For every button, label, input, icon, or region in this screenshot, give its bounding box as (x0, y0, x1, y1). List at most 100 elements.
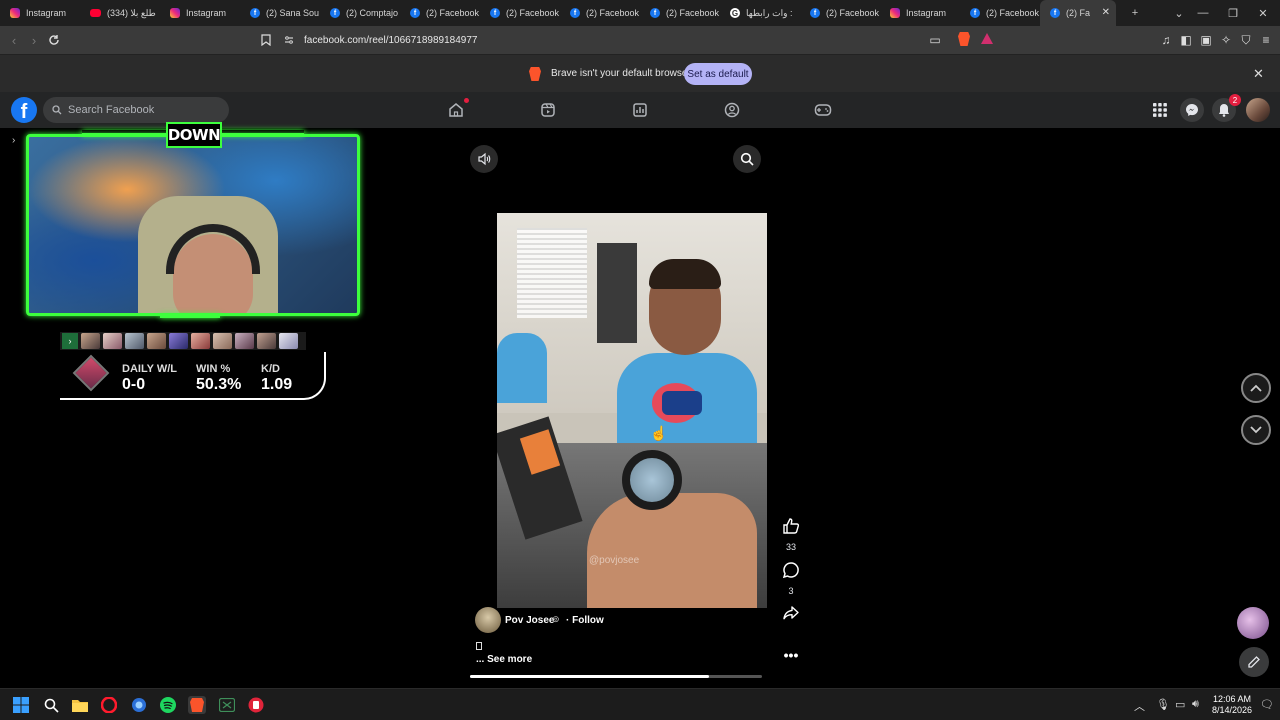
microphone-icon[interactable]: 🎙︎ (1156, 698, 1170, 711)
forward-button[interactable]: › (26, 32, 42, 48)
browser-tab[interactable]: f (2) Facebook (960, 0, 1040, 26)
set-as-default-button[interactable]: Set as default (684, 63, 752, 85)
wallet-icon[interactable]: ▣ (1198, 32, 1214, 48)
browser-tab[interactable]: (334) طلع بلا (80, 0, 160, 26)
more-options-icon[interactable]: ••• (781, 647, 801, 663)
youtube-icon (90, 9, 101, 17)
facebook-icon: f (250, 8, 260, 18)
browser-tab[interactable]: f (2) Fa ✕ (1040, 0, 1116, 26)
like-button[interactable]: 33 (781, 517, 801, 552)
sidebar-toggle-icon[interactable]: ◧ (1178, 32, 1194, 48)
volume-icon[interactable]: 🔊︎ (1192, 698, 1199, 711)
game-stats-panel: DAILY W/L 0-0 WIN % 50.3% K/D 1.09 (60, 352, 326, 400)
hero-portrait (235, 333, 254, 349)
windows-start-icon[interactable] (12, 696, 30, 714)
app-icon[interactable] (247, 696, 265, 714)
author-name[interactable]: Pov Josee (505, 615, 554, 626)
browser-tab-label: (2) Facebook (826, 8, 880, 18)
share-button[interactable] (781, 604, 801, 627)
spotify-icon[interactable] (159, 696, 177, 714)
site-settings-icon[interactable] (284, 35, 294, 45)
brave-rewards-icon[interactable] (981, 33, 993, 44)
opera-icon[interactable] (100, 696, 118, 714)
maximize-button[interactable]: ❐ (1218, 0, 1248, 26)
thumbs-up-icon (783, 518, 800, 534)
new-message-button[interactable] (1239, 647, 1269, 677)
nav-reels[interactable] (538, 100, 558, 120)
browser-tab[interactable]: f (2) Facebook (640, 0, 720, 26)
previous-reel-button[interactable] (1241, 373, 1271, 403)
search-icon (52, 105, 62, 115)
search-placeholder: Search Facebook (68, 104, 155, 116)
overlay-expand-icon: › (12, 135, 16, 146)
close-window-button[interactable]: ✕ (1248, 0, 1278, 26)
vpn-icon[interactable]: ⛉ (1238, 32, 1254, 48)
browser-tab[interactable]: f (2) Facebook (800, 0, 880, 26)
back-button[interactable]: ‹ (6, 32, 22, 48)
stat-label-win: WIN % (196, 363, 231, 375)
browser-tab[interactable]: Instagram (160, 0, 240, 26)
taskbar-clock[interactable]: 12:06 AM 8/14/2026 (1208, 694, 1256, 716)
notification-count-badge: 2 (1229, 94, 1241, 106)
speaker-icon (478, 152, 491, 166)
stat-value-daily: 0-0 (122, 376, 146, 393)
browser-tab[interactable]: G وات رابطها : (720, 0, 800, 26)
app-icon[interactable] (218, 696, 236, 714)
facebook-search-input[interactable]: Search Facebook (43, 97, 229, 123)
url-field[interactable]: facebook.com/reel/1066718989184977 (276, 29, 1000, 51)
author-avatar[interactable] (475, 607, 501, 633)
browser-tab-label: (2) Facebook (986, 8, 1040, 18)
menu-icon[interactable]: ≡ (1258, 32, 1274, 48)
close-notification-icon[interactable]: ✕ (1253, 66, 1264, 82)
chat-contact-avatar[interactable] (1237, 607, 1269, 639)
network-icon[interactable]: ▭ (1175, 698, 1185, 711)
close-tab-icon[interactable]: ✕ (1102, 7, 1110, 18)
nav-gaming[interactable] (813, 100, 833, 120)
menu-grid-button[interactable] (1150, 100, 1170, 120)
leo-ai-icon[interactable]: ✧ (1218, 32, 1234, 48)
facebook-logo-icon[interactable]: f (11, 97, 37, 123)
profile-avatar[interactable] (1246, 98, 1270, 122)
nav-marketplace[interactable] (630, 100, 650, 120)
like-count: 33 (785, 542, 796, 552)
taskbar-search-icon[interactable] (42, 696, 60, 714)
bookmark-icon[interactable] (258, 32, 274, 48)
stat-value-win: 50.3% (196, 376, 242, 393)
windows-taskbar: ︿ 🎙︎ ▭ 🔊︎ 12:06 AM 8/14/2026 🗨︎ (0, 688, 1280, 720)
mute-button[interactable] (470, 145, 498, 173)
browser-tab[interactable]: f (2) Facebook (400, 0, 480, 26)
follow-button[interactable]: · Follow (566, 615, 604, 626)
nav-groups[interactable] (722, 100, 742, 120)
brave-taskbar-icon[interactable] (188, 696, 206, 714)
comment-button[interactable]: 3 (781, 561, 801, 596)
file-explorer-icon[interactable] (71, 696, 89, 714)
browser-tab[interactable]: Instagram (880, 0, 960, 26)
media-icon[interactable]: ♫ (1158, 32, 1174, 48)
clock-time: 12:06 AM (1212, 694, 1252, 704)
browser-tab[interactable]: Instagram (0, 0, 80, 26)
cast-icon[interactable]: ▭ (927, 32, 943, 48)
messenger-button[interactable] (1180, 98, 1204, 122)
minimize-button[interactable]: — (1188, 0, 1218, 26)
browser-tab-label: (2) Facebook (506, 8, 560, 18)
reel-search-button[interactable] (733, 145, 761, 173)
browser-app-icon[interactable] (130, 696, 148, 714)
browser-tab[interactable]: f (2) Comptajo (320, 0, 400, 26)
notification-center-icon[interactable]: 🗨︎ (1260, 698, 1274, 711)
nav-home[interactable] (446, 98, 469, 120)
next-reel-button[interactable] (1241, 415, 1271, 445)
chevron-down-icon (1250, 426, 1262, 434)
reload-button[interactable] (46, 32, 62, 48)
browser-tab[interactable]: f (2) Sana Sou (240, 0, 320, 26)
reels-icon (541, 103, 555, 117)
video-progress-bar[interactable] (470, 675, 762, 678)
reel-video[interactable]: @povjosee (497, 213, 767, 608)
new-tab-button[interactable]: + (1120, 0, 1150, 26)
browser-tab-strip: Instagram (334) طلع بلا Instagram f (2) Sana… (0, 0, 1280, 26)
instagram-icon (170, 8, 180, 18)
browser-tab[interactable]: f (2) Facebook (480, 0, 560, 26)
show-hidden-icons[interactable]: ︿ (1134, 698, 1145, 714)
google-icon: G (730, 8, 740, 18)
see-more-link[interactable]: ... See more (476, 654, 532, 665)
browser-tab[interactable]: f (2) Facebook (560, 0, 640, 26)
